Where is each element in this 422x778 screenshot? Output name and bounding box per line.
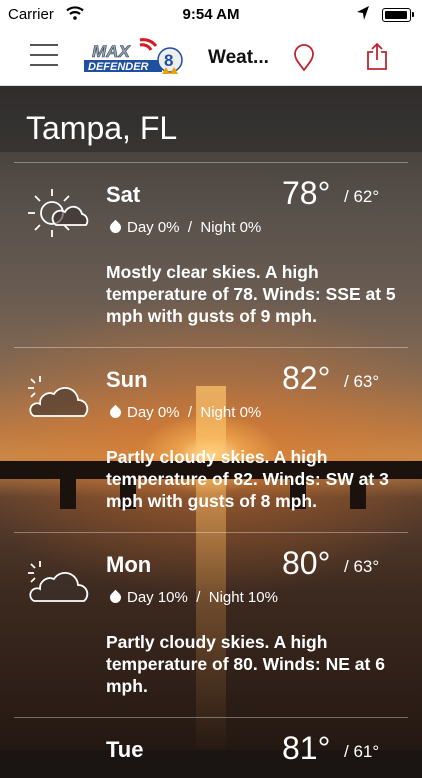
forecast-high: 82° (282, 360, 331, 396)
logo-channel-number: 8 (164, 51, 173, 70)
precip-separator: / (196, 589, 201, 606)
precip-night: Night 10% (208, 589, 278, 606)
logo-max-text: MAX (92, 42, 131, 61)
forecast-high: 80° (282, 545, 331, 581)
forecast-row-sun[interactable]: Sun 82° / 63° Day 0% / Night 0% Partly c… (14, 347, 408, 532)
battery-icon (382, 8, 411, 22)
city-header: Tampa, FL (0, 86, 422, 152)
sun-cloud-icon (26, 185, 90, 241)
forecast-description: Partly cloudy skies. A high temperature … (106, 632, 385, 696)
logo-defender-text: DEFENDER (88, 61, 149, 73)
nav-bar: MAX DEFENDER 8 Weat... (0, 30, 422, 86)
precip-night: Night 0% (200, 219, 262, 236)
raindrop-icon (107, 404, 124, 421)
partly-cloudy-icon (26, 555, 90, 611)
forecast-low: / 62° (344, 187, 380, 206)
status-bar: Carrier 9:54 AM (0, 0, 422, 30)
city-name: Tampa, FL (26, 110, 178, 146)
forecast-high: 78° (282, 175, 331, 211)
forecast-row-sat[interactable]: Sat 78° / 62° Day 0% / Night 0% Mostly c… (14, 162, 408, 347)
raindrop-icon (107, 589, 124, 606)
forecast-day: Sat (106, 182, 141, 207)
forecast-low: / 63° (344, 372, 380, 391)
precipitation-chance: Day 0% / Night 0% (107, 219, 262, 236)
precip-day: Day 0% (127, 219, 180, 236)
precipitation-chance: Day 0% / Night 0% (107, 404, 262, 421)
share-icon[interactable] (366, 42, 388, 71)
precip-separator: / (187, 219, 193, 236)
forecast-low: / 61° (344, 742, 380, 761)
precip-separator: / (187, 404, 193, 421)
precip-day: Day 10% (127, 589, 188, 606)
forecast-day: Mon (106, 552, 152, 577)
forecast-description: Partly cloudy skies. A high temperature … (106, 447, 389, 511)
forecast-low: / 63° (344, 557, 380, 576)
max-defender-8-logo: MAX DEFENDER 8 (82, 38, 190, 78)
forecast-row-mon[interactable]: Mon 80° / 63° Day 10% / Night 10% Partly… (14, 532, 408, 717)
raindrop-icon (107, 219, 124, 236)
partly-cloudy-icon (26, 370, 90, 426)
forecast-day: Tue (106, 737, 144, 762)
forecast-row-tue[interactable]: Tue 81° / 61° (14, 717, 408, 778)
forecast-day: Sun (106, 367, 148, 392)
precip-night: Night 0% (200, 404, 262, 421)
forecast-high: 81° (282, 730, 331, 766)
precipitation-chance: Day 10% / Night 10% (107, 589, 278, 606)
page-title: Weat... (208, 47, 269, 68)
location-arrow-icon (356, 5, 370, 25)
location-pin-icon[interactable] (292, 44, 316, 72)
hamburger-menu-icon[interactable] (30, 44, 58, 70)
forecast-description: Mostly clear skies. A high temperature o… (106, 262, 396, 326)
precip-day: Day 0% (127, 404, 180, 421)
battery-nub (412, 12, 414, 17)
forecast-list: Sat 78° / 62° Day 0% / Night 0% Mostly c… (0, 162, 422, 778)
